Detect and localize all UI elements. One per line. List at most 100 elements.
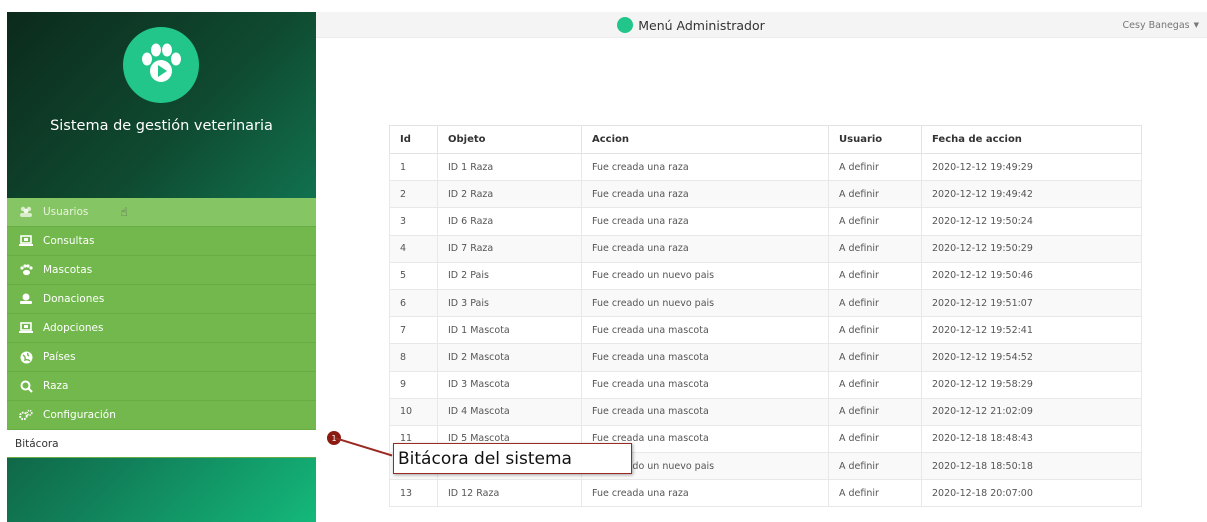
column-header: Usuario — [828, 125, 922, 154]
brand-title: Sistema de gestión veterinaria — [50, 118, 273, 134]
column-header: Id — [389, 125, 438, 154]
cogs-icon — [19, 408, 33, 422]
table-cell: ID 2 Mascota — [437, 343, 582, 372]
user-menu[interactable]: Cesy Banegas ▼ — [1123, 12, 1199, 38]
sidebar-item-label: Donaciones — [43, 293, 105, 305]
table-cell: ID 3 Pais — [437, 288, 582, 318]
table-cell: 5 — [389, 261, 438, 290]
table-row: 2 ID 2 Raza Fue creada una raza A definir 20… — [389, 180, 1142, 209]
table-cell: A definir — [828, 207, 922, 236]
laptop-icon — [19, 234, 33, 248]
table-cell: Fue creada una raza — [581, 234, 829, 263]
globe-icon — [19, 350, 33, 364]
table-cell: ID 4 Mascota — [437, 397, 582, 426]
column-header: Objeto — [437, 125, 582, 154]
table-row: 5 ID 2 Pais Fue creado un nuevo pais A defi… — [389, 261, 1142, 290]
table-cell: 13 — [389, 479, 438, 508]
table-cell: A definir — [828, 234, 922, 263]
table-cell: ID 2 Raza — [437, 180, 582, 209]
table-cell: 2020-12-12 21:02:09 — [921, 397, 1142, 426]
navbar-title: Menú Administrador — [316, 12, 1066, 38]
table-cell: Fue creado un nuevo pais — [581, 288, 829, 318]
table-cell: 2020-12-12 19:49:29 — [921, 152, 1142, 182]
sidebar-item-label: Raza — [43, 380, 69, 392]
table-cell: 3 — [389, 207, 438, 236]
table-row: 10 ID 4 Mascota Fue creada una mascota A de… — [389, 397, 1142, 426]
table-cell: 2020-12-12 19:58:29 — [921, 370, 1142, 399]
sidebar-menu: Usuarios ☝ Consultas Mascotas Donaciones — [7, 198, 316, 458]
table-cell: A definir — [828, 343, 922, 372]
table-cell: Fue creada una mascota — [581, 316, 829, 345]
table-cell: A definir — [828, 424, 922, 454]
sidebar-item-label: Consultas — [43, 235, 95, 247]
sidebar-item-label: Usuarios — [43, 206, 89, 218]
table-row: 6 ID 3 Pais Fue creado un nuevo pais A defi… — [389, 288, 1142, 318]
table-row: 9 ID 3 Mascota Fue creada una mascota A def… — [389, 370, 1142, 399]
table-cell: A definir — [828, 288, 922, 318]
table-row: 8 ID 2 Mascota Fue creada una mascota A def… — [389, 343, 1142, 372]
table-cell: Fue creada una raza — [581, 207, 829, 236]
table-cell: ID 2 Pais — [437, 261, 582, 290]
table-row: 13 ID 12 Raza Fue creada una raza A definir… — [389, 479, 1142, 508]
table-row: 7 ID 1 Mascota Fue creada una mascota A def… — [389, 316, 1142, 345]
sidebar-item-adopciones[interactable]: Adopciones — [7, 314, 316, 343]
column-header: Accion — [581, 125, 829, 154]
sidebar-item-label: Países — [43, 351, 76, 363]
sidebar-item-donaciones[interactable]: Donaciones — [7, 285, 316, 314]
sidebar-item-bitacora[interactable]: Bitácora — [7, 430, 316, 458]
search-icon — [19, 379, 33, 393]
table-cell: A definir — [828, 452, 922, 481]
table-cell: ID 12 Raza — [437, 479, 582, 508]
table-cell: A definir — [828, 180, 922, 209]
table-cell: Fue creada una raza — [581, 180, 829, 209]
sidebar-item-raza[interactable]: Raza — [7, 372, 316, 401]
sidebar-item-configuracion[interactable]: Configuración — [7, 401, 316, 430]
table-cell: A definir — [828, 152, 922, 182]
top-navbar: Menú Administrador Cesy Banegas ▼ — [316, 12, 1207, 38]
sidebar: Sistema de gestión veterinaria Usuarios … — [7, 12, 316, 522]
table-cell: 9 — [389, 370, 438, 399]
table-row: 1 ID 1 Raza Fue creada una raza A definir 20… — [389, 152, 1142, 182]
table-cell: Fue creada una mascota — [581, 397, 829, 426]
hand-cursor-icon: ☝ — [120, 205, 128, 219]
table-cell: ID 7 Raza — [437, 234, 582, 263]
table-cell: 2020-12-12 19:51:07 — [921, 288, 1142, 318]
caret-down-icon: ▼ — [1193, 21, 1199, 29]
table-row: 3 ID 6 Raza Fue creada una raza A definir 20… — [389, 207, 1142, 236]
table-cell: 2020-12-12 19:52:41 — [921, 316, 1142, 345]
sidebar-item-paises[interactable]: Países — [7, 343, 316, 372]
table-cell: A definir — [828, 370, 922, 399]
sidebar-item-consultas[interactable]: Consultas — [7, 227, 316, 256]
table-cell: Fue creada una mascota — [581, 343, 829, 372]
table-cell: 2020-12-18 18:48:43 — [921, 424, 1142, 454]
sidebar-item-label: Bitácora — [15, 437, 59, 450]
table-cell: A definir — [828, 316, 922, 345]
column-header: Fecha de accion — [921, 125, 1142, 154]
users-icon — [19, 205, 33, 219]
table-cell: Fue creada una raza — [581, 152, 829, 182]
table-cell: ID 1 Raza — [437, 152, 582, 182]
sidebar-item-label: Configuración — [43, 409, 116, 421]
callout-arrow — [334, 437, 393, 457]
table-cell: 2020-12-12 19:49:42 — [921, 180, 1142, 209]
table-cell: Fue creada una mascota — [581, 370, 829, 399]
table-cell: A definir — [828, 261, 922, 290]
table-cell: 10 — [389, 397, 438, 426]
table-cell: 7 — [389, 316, 438, 345]
table-cell: ID 3 Mascota — [437, 370, 582, 399]
sidebar-item-usuarios[interactable]: Usuarios ☝ — [7, 198, 316, 227]
table-cell: 2020-12-12 19:50:46 — [921, 261, 1142, 290]
callout-label: Bitácora del sistema — [393, 443, 632, 474]
user-name: Cesy Banegas — [1122, 19, 1190, 31]
table-cell: ID 6 Raza — [437, 207, 582, 236]
table-cell: 8 — [389, 343, 438, 372]
table-cell: 6 — [389, 288, 438, 318]
table-cell: A definir — [828, 397, 922, 426]
table-cell: 2020-12-18 20:07:00 — [921, 479, 1142, 508]
table-cell: ID 1 Mascota — [437, 316, 582, 345]
table-cell: 1 — [389, 152, 438, 182]
table-cell: 2020-12-12 19:54:52 — [921, 343, 1142, 372]
table-cell: A definir — [828, 479, 922, 508]
table-cell: 2020-12-18 18:50:18 — [921, 452, 1142, 481]
sidebar-item-mascotas[interactable]: Mascotas — [7, 256, 316, 285]
